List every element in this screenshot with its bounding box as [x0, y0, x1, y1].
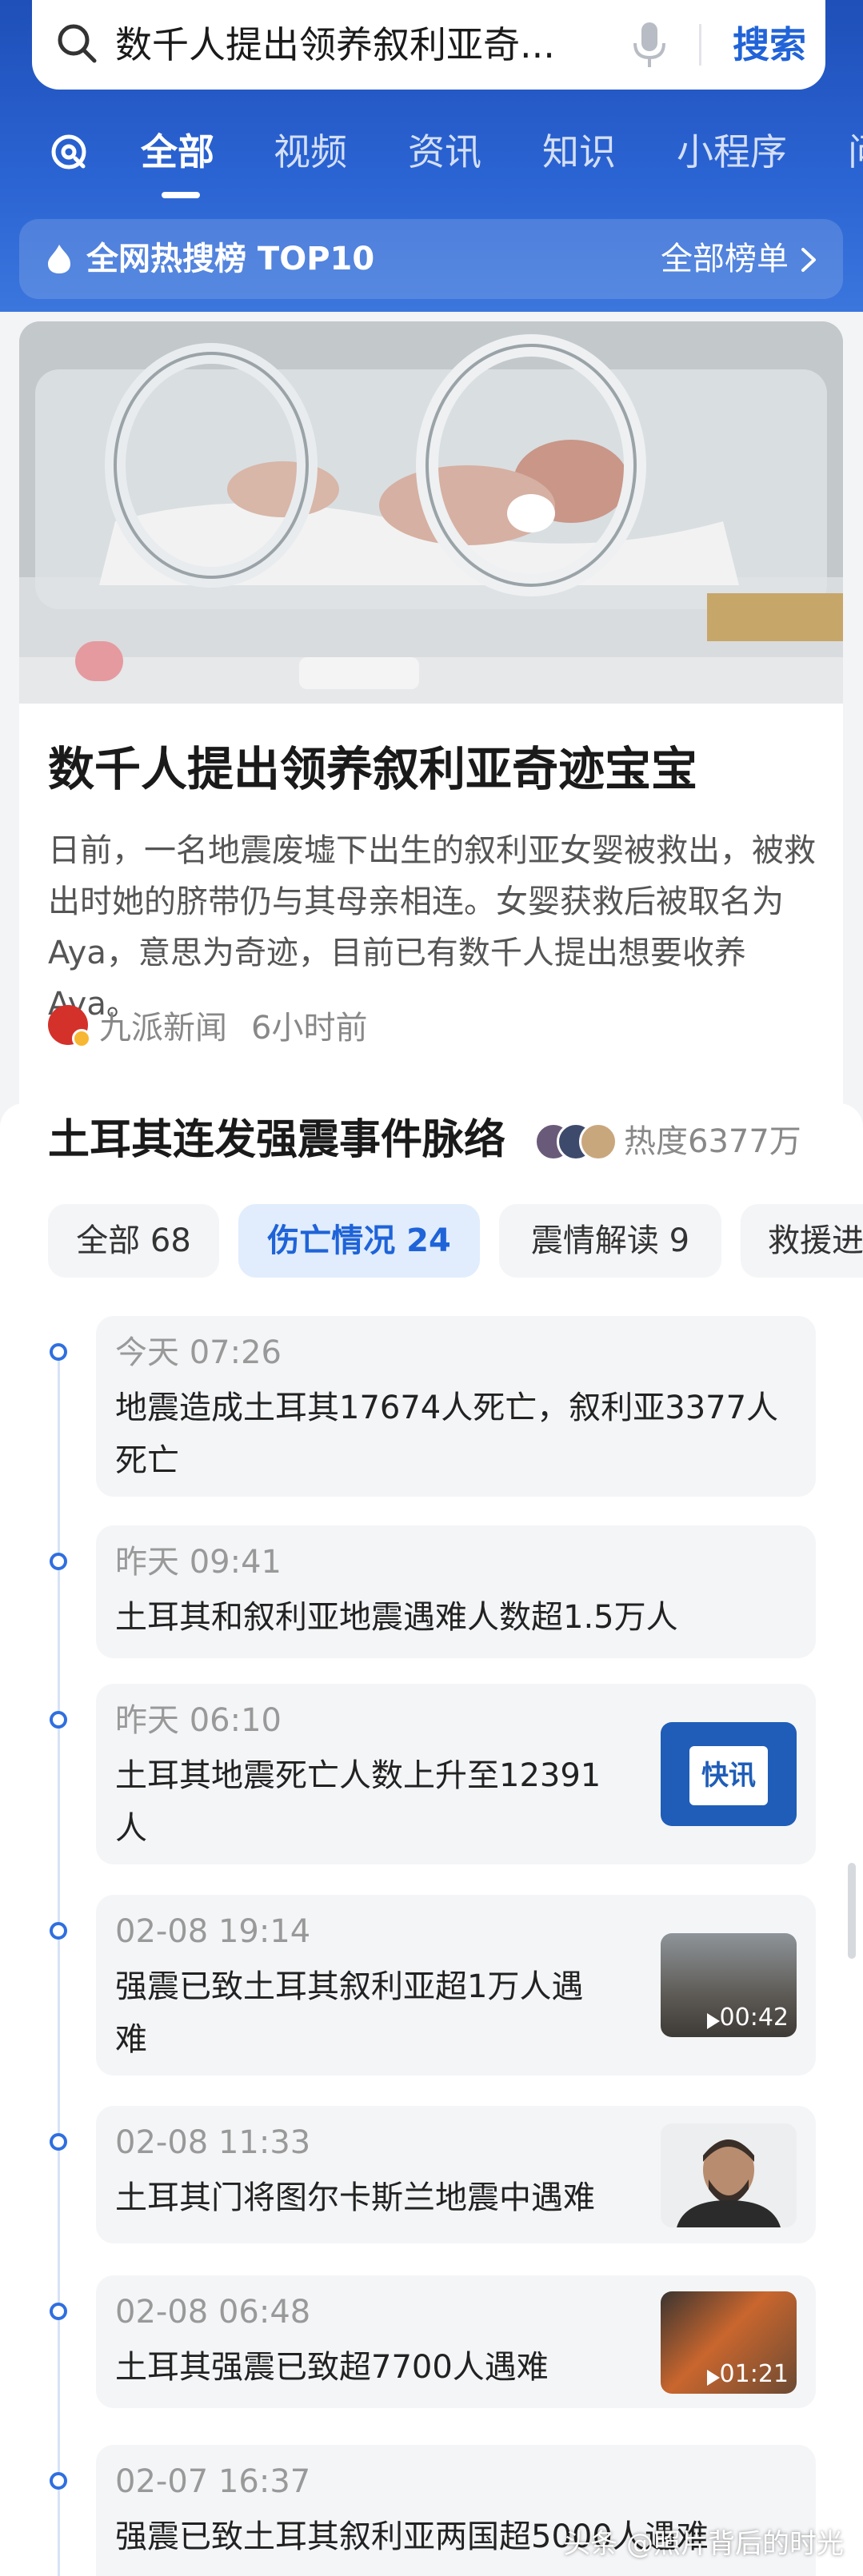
scrollbar[interactable]	[848, 1863, 856, 1959]
item-text: 土耳其强震已致超7700人遇难	[115, 2349, 549, 2386]
portrait-thumbnail[interactable]	[661, 2123, 797, 2227]
search-bar[interactable]: 数千人提出领养叙利亚奇... 搜索	[32, 0, 825, 90]
item-text-line: 死亡	[115, 1442, 179, 1479]
video-thumbnail[interactable]: 01:21	[661, 2291, 797, 2394]
search-icon	[58, 24, 97, 63]
timeline-item[interactable]: 昨天 06:10 土耳其地震死亡人数上升至12391 人 快讯	[96, 1684, 816, 1864]
watermark: 头条 @照片背后的时光	[563, 2528, 844, 2560]
item-text-line: 地震造成土耳其17674人死亡，叙利亚3377人	[115, 1390, 779, 1426]
item-text-line: 难	[115, 2021, 147, 2058]
item-time: 02-07 16:37	[115, 2463, 311, 2500]
timeline-item[interactable]: 昨天 09:41 土耳其和叙利亚地震遇难人数超1.5万人	[96, 1525, 816, 1658]
tab-qa[interactable]: 问	[848, 128, 863, 176]
active-tab-indicator	[162, 192, 200, 198]
timeline-item[interactable]: 今天 07:26 地震造成土耳其17674人死亡，叙利亚3377人 死亡	[96, 1316, 816, 1497]
event-title[interactable]: 土耳其连发强震事件脉络	[48, 1108, 505, 1172]
microphone-icon[interactable]	[629, 19, 670, 70]
timeline-dot	[50, 2133, 67, 2151]
tab-knowledge[interactable]: 知识	[542, 128, 616, 176]
hot-search-banner[interactable]: 全网热搜榜 TOP10 全部榜单	[19, 219, 843, 299]
hot-search-title: 全网热搜榜 TOP10	[86, 241, 375, 277]
tab-mini-program[interactable]: 小程序	[677, 128, 787, 176]
news-title[interactable]: 数千人提出领养叙利亚奇迹宝宝	[48, 737, 697, 801]
play-icon	[707, 2013, 720, 2029]
search-divider	[699, 24, 701, 66]
search-input[interactable]: 数千人提出领养叙利亚奇...	[115, 22, 611, 67]
video-duration: 01:21	[719, 2360, 789, 2388]
filter-casualties[interactable]: 伤亡情况 24	[238, 1204, 480, 1278]
play-icon	[707, 2370, 720, 2386]
flash-news-thumbnail[interactable]: 快讯	[661, 1722, 797, 1826]
person-portrait-icon	[677, 2139, 781, 2227]
timeline-item[interactable]: 02-08 11:33 土耳其门将图尔卡斯兰地震中遇难	[96, 2106, 816, 2243]
item-time: 昨天 06:10	[115, 1702, 282, 1739]
timeline-dot	[50, 1922, 67, 1940]
filter-earthquake-analysis[interactable]: 震情解读 9	[499, 1204, 721, 1278]
item-time: 02-08 19:14	[115, 1913, 311, 1950]
item-text: 地震造成土耳其17674人死亡，叙利亚3377人 死亡	[115, 1382, 778, 1487]
item-time: 昨天 09:41	[115, 1544, 282, 1581]
all-rankings-link[interactable]: 全部榜单	[661, 237, 789, 281]
avatar	[579, 1123, 617, 1161]
timeline-dot	[50, 1711, 67, 1729]
tab-bar: 全部 视频 资讯 知识 小程序 问	[0, 120, 863, 200]
source-logo	[48, 1005, 91, 1048]
news-card[interactable]: 数千人提出领养叙利亚奇迹宝宝 日前，一名地震废墟下出生的叙利亚女婴被救出，被救出…	[19, 321, 843, 1121]
timeline-dot	[50, 2472, 67, 2490]
filter-all[interactable]: 全部 68	[48, 1204, 219, 1278]
item-text: 强震已致土耳其叙利亚超1万人遇 难	[115, 1960, 583, 2066]
item-text: 土耳其地震死亡人数上升至12391 人	[115, 1749, 601, 1855]
timeline-dot	[50, 1553, 67, 1570]
flame-icon	[48, 245, 70, 273]
item-time: 02-08 11:33	[115, 2124, 311, 2161]
timeline-dot	[50, 2303, 67, 2320]
item-text-line: 人	[115, 1810, 147, 1847]
heat-count: 热度6377万	[624, 1123, 801, 1160]
tab-video[interactable]: 视频	[274, 128, 347, 176]
filter-rescue[interactable]: 救援进	[741, 1204, 863, 1278]
video-duration: 00:42	[719, 2004, 789, 2032]
search-button[interactable]: 搜索	[713, 19, 825, 70]
viewer-avatars	[534, 1123, 622, 1162]
publish-time: 6小时前	[251, 1010, 368, 1047]
tab-news[interactable]: 资讯	[408, 128, 481, 176]
news-source[interactable]: 九派新闻 6小时前	[48, 1001, 367, 1049]
explore-icon[interactable]	[48, 131, 90, 173]
news-summary: 日前，一名地震废墟下出生的叙利亚女婴被救出，被救出时她的脐带仍与其母亲相连。女婴…	[48, 832, 816, 1023]
chevron-right-icon	[801, 248, 816, 272]
header: 数千人提出领养叙利亚奇... 搜索 全部 视频 资讯 知识 小程序 问 全网热搜…	[0, 0, 863, 312]
item-text: 土耳其和叙利亚地震遇难人数超1.5万人	[115, 1599, 678, 1636]
video-thumbnail[interactable]: 00:42	[661, 1933, 797, 2037]
item-text-line: 强震已致土耳其叙利亚超1万人遇	[115, 1968, 584, 2005]
item-text-line: 土耳其地震死亡人数上升至12391	[115, 1757, 601, 1794]
timeline-item[interactable]: 02-08 06:48 土耳其强震已致超7700人遇难 01:21	[96, 2275, 816, 2408]
item-text: 土耳其门将图尔卡斯兰地震中遇难	[115, 2179, 595, 2216]
news-photo-baby-incubator[interactable]	[19, 321, 843, 704]
source-name[interactable]: 九派新闻	[99, 1002, 227, 1048]
timeline-dot	[50, 1343, 67, 1361]
verified-badge-icon	[72, 1029, 91, 1048]
item-time: 02-08 06:48	[115, 2294, 311, 2331]
timeline-item[interactable]: 02-08 19:14 强震已致土耳其叙利亚超1万人遇 难 00:42	[96, 1895, 816, 2076]
item-time: 今天 07:26	[115, 1334, 282, 1371]
flash-news-label: 快讯	[701, 1760, 756, 1792]
timeline-line	[58, 1351, 60, 2576]
tab-all[interactable]: 全部	[141, 128, 214, 176]
